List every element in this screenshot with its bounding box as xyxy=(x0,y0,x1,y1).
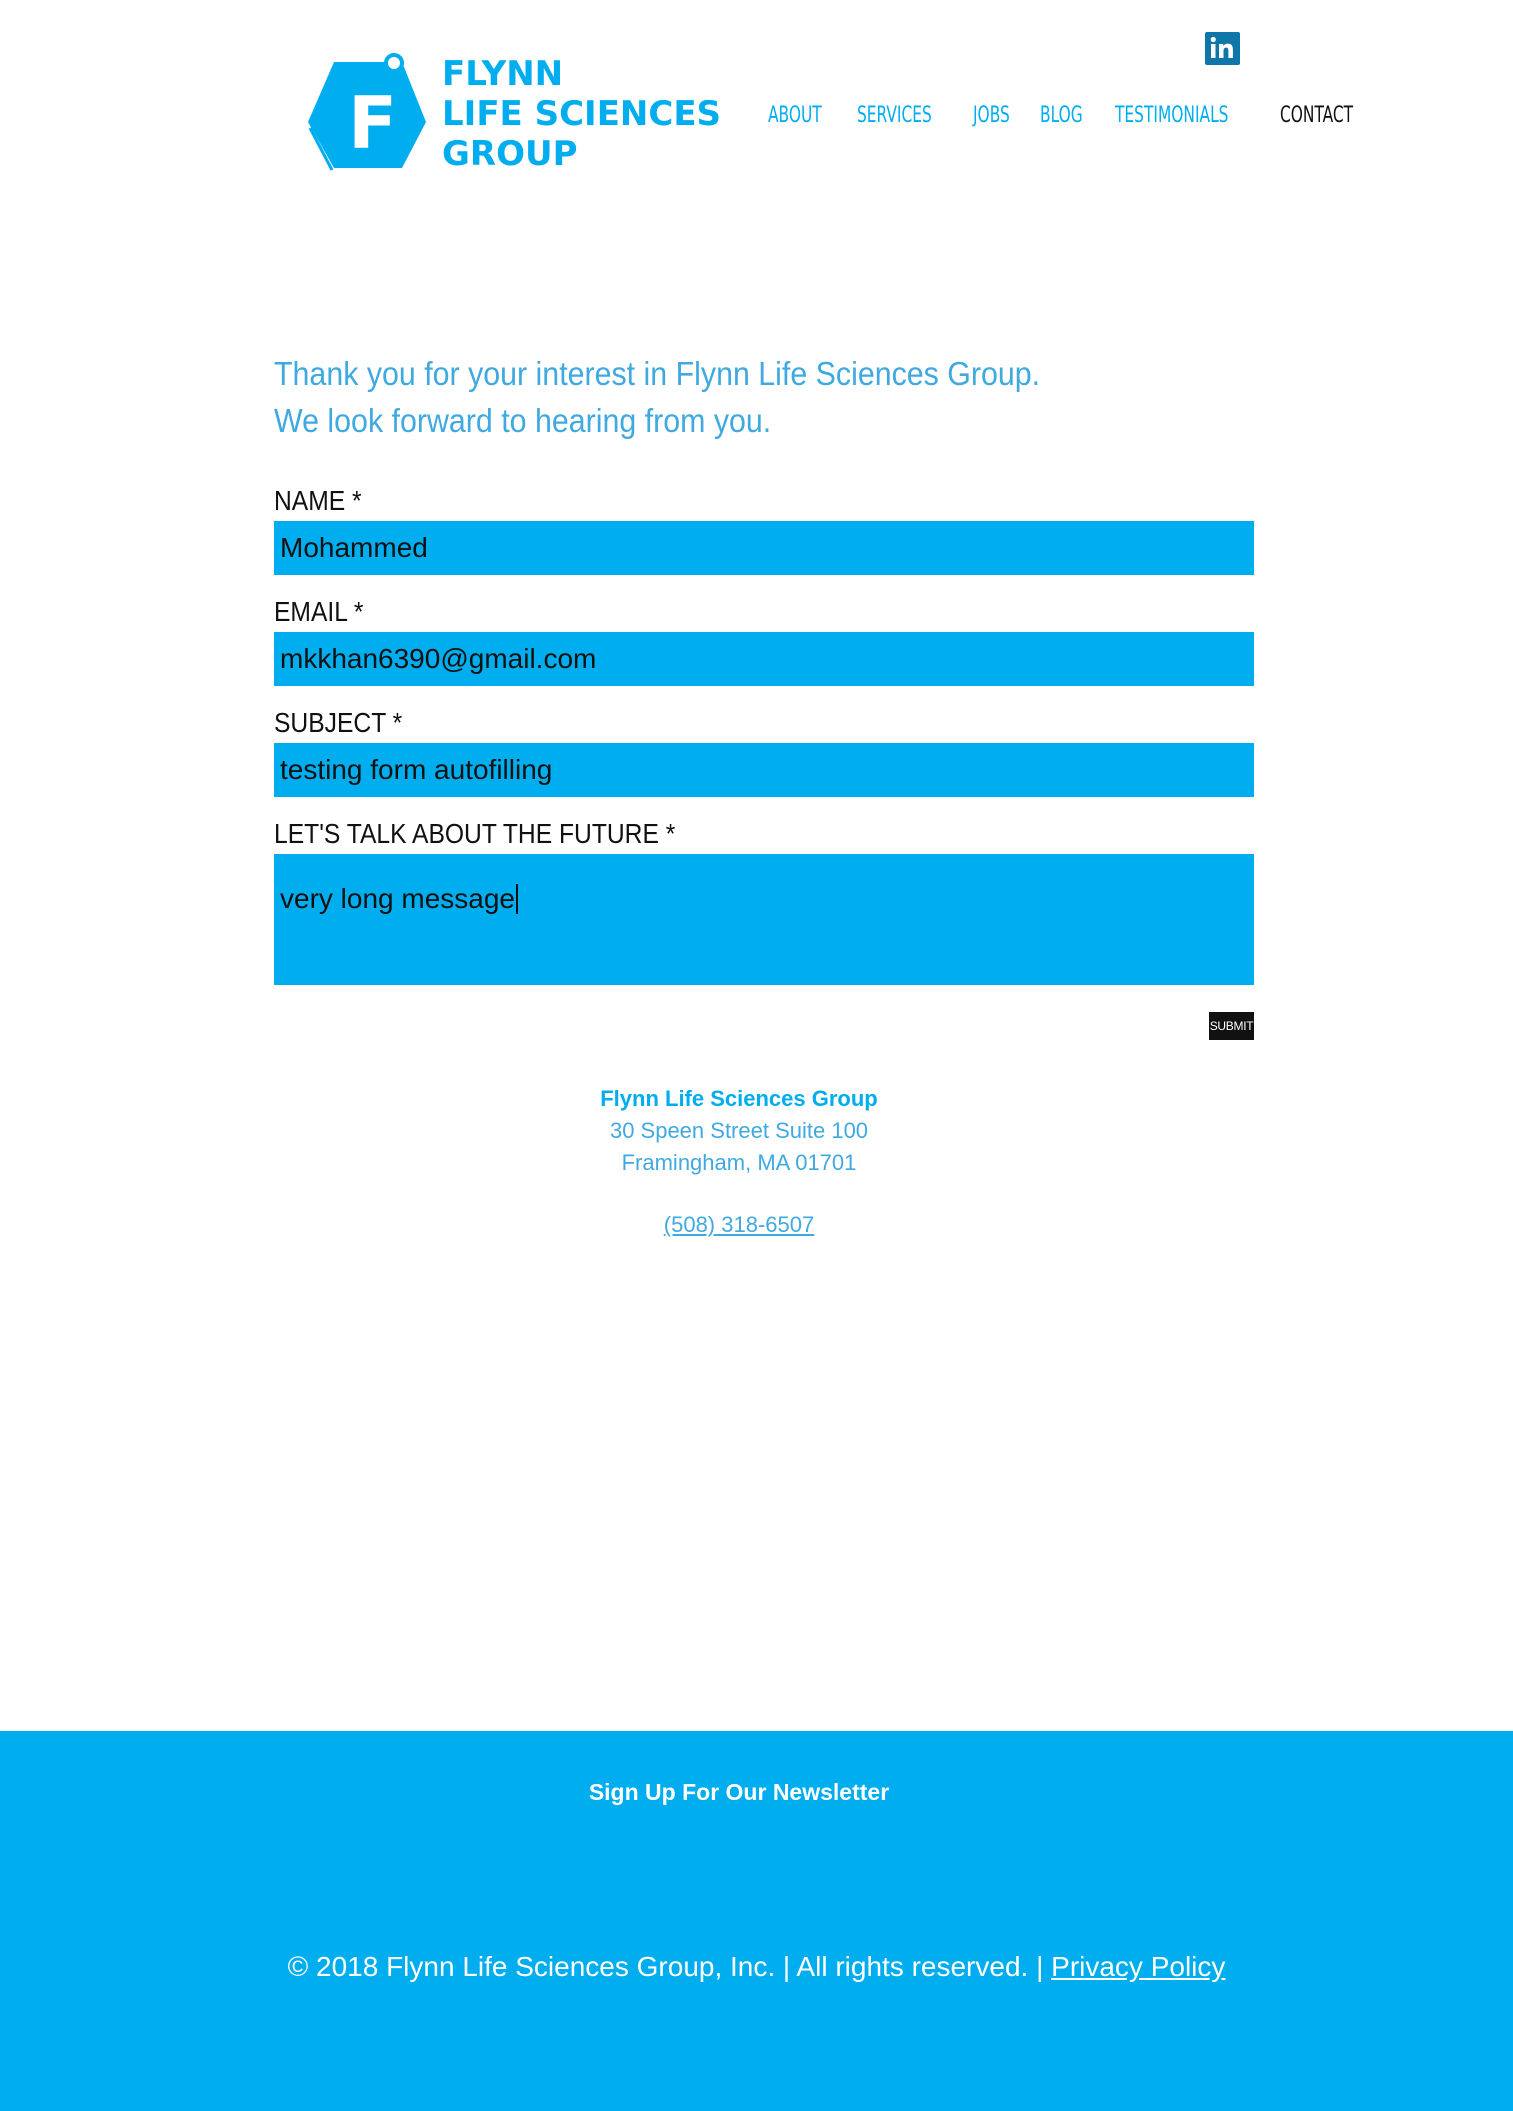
message-label: LET'S TALK ABOUT THE FUTURE * xyxy=(274,818,676,849)
brand-name-line: LIFE SCIENCES xyxy=(442,94,722,134)
address-block: Flynn Life Sciences Group 30 Speen Stree… xyxy=(0,1083,1478,1241)
name-field[interactable]: Mohammed xyxy=(274,521,1254,575)
linkedin-icon xyxy=(1210,36,1233,58)
nav-item-blog[interactable]: BLOG xyxy=(1040,96,1083,136)
email-field[interactable]: mkkhan6390@gmail.com xyxy=(274,632,1254,686)
address-company: Flynn Life Sciences Group xyxy=(600,1086,878,1111)
text-caret xyxy=(516,884,519,914)
linkedin-link[interactable] xyxy=(1205,32,1240,65)
message-field[interactable]: very long message xyxy=(274,854,1254,985)
copyright: © 2018 Flynn Life Sciences Group, Inc. |… xyxy=(0,1947,1513,1987)
intro-line: We look forward to hearing from you. xyxy=(274,402,772,439)
main-nav: ABOUT SERVICES JOBS BLOG TESTIMONIALS CO… xyxy=(768,96,1394,136)
logo-letter: F xyxy=(348,81,397,165)
hexagon-logo-icon: F xyxy=(308,53,426,171)
brand-logo[interactable]: F FLYNN LIFE SCIENCES GROUP xyxy=(302,50,722,180)
nav-item-contact[interactable]: CONTACT xyxy=(1280,96,1353,136)
brand-name-line: GROUP xyxy=(442,134,578,174)
footer: Sign Up For Our Newsletter © 2018 Flynn … xyxy=(0,1731,1513,2111)
email-label: EMAIL * xyxy=(274,596,364,627)
copyright-text: © 2018 Flynn Life Sciences Group, Inc. |… xyxy=(287,1951,1052,1982)
nav-item-about[interactable]: ABOUT xyxy=(768,96,822,136)
privacy-policy-link[interactable]: Privacy Policy xyxy=(1051,1951,1225,1982)
nav-item-testimonials[interactable]: TESTIMONIALS xyxy=(1115,96,1228,136)
phone-link[interactable]: (508) 318-6507 xyxy=(664,1212,814,1237)
address-city: Framingham, MA 01701 xyxy=(621,1150,857,1175)
nav-item-jobs[interactable]: JOBS xyxy=(973,96,1010,136)
intro-text: Thank you for your interest in Flynn Lif… xyxy=(274,350,1040,444)
brand-name: FLYNN LIFE SCIENCES GROUP xyxy=(442,54,721,174)
submit-button[interactable]: SUBMIT xyxy=(1209,1012,1254,1040)
subject-field[interactable]: testing form autofilling xyxy=(274,743,1254,797)
intro-line: Thank you for your interest in Flynn Lif… xyxy=(274,355,1041,392)
address-street: 30 Speen Street Suite 100 xyxy=(609,1118,869,1143)
message-text: very long message xyxy=(280,883,516,914)
subject-label: SUBJECT * xyxy=(274,707,403,738)
brand-name-line: FLYNN xyxy=(442,54,564,94)
nav-item-services[interactable]: SERVICES xyxy=(857,96,932,136)
newsletter-title: Sign Up For Our Newsletter xyxy=(588,1779,890,1805)
name-label: NAME * xyxy=(274,485,362,516)
